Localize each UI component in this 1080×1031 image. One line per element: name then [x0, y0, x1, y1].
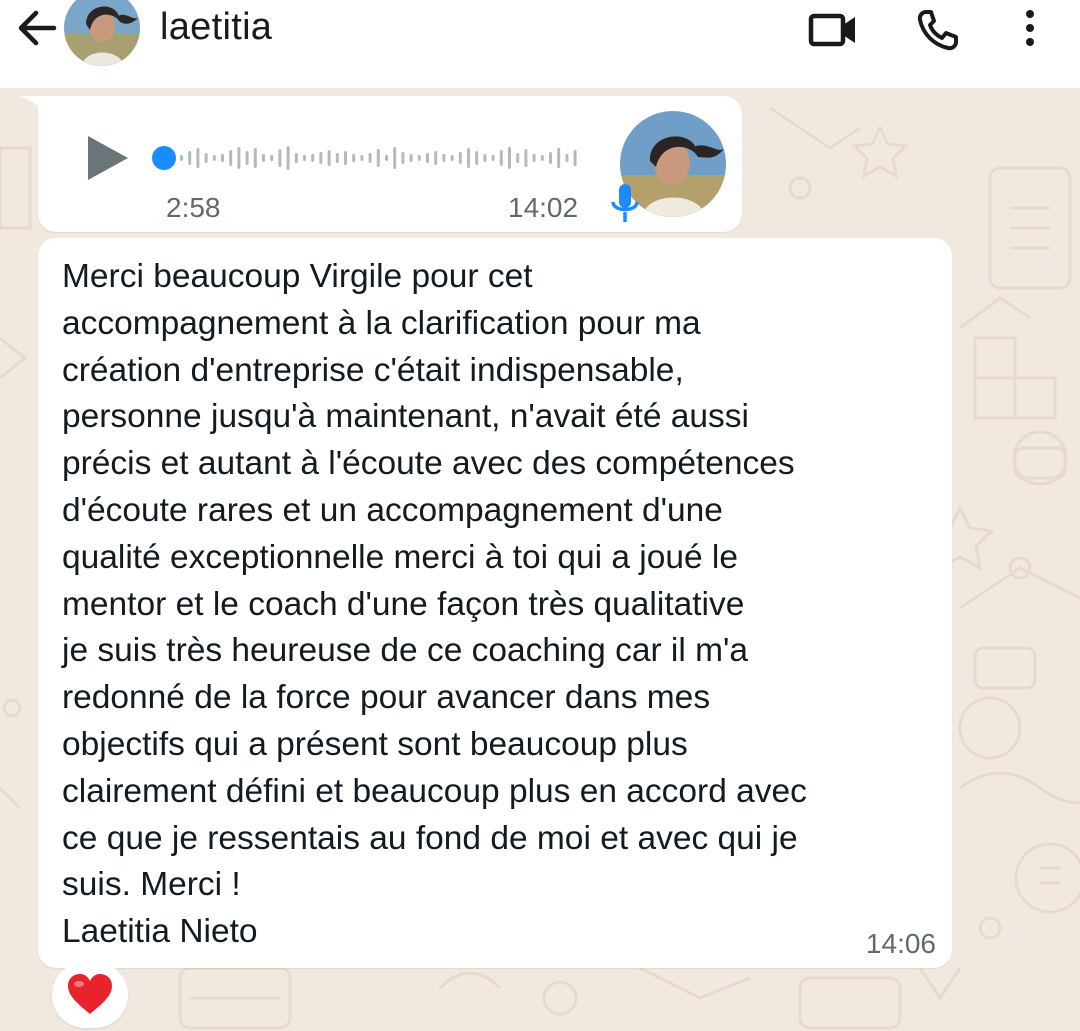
contact-name[interactable]: laetitia: [160, 6, 272, 49]
phone-icon: [917, 10, 958, 51]
waveform-bar: [253, 148, 257, 168]
waveform-bar: [262, 154, 265, 162]
more-vertical-icon: [1026, 10, 1034, 46]
waveform-bar: [327, 150, 331, 166]
waveform-bar: [532, 154, 536, 162]
waveform-bar: [376, 149, 380, 167]
voice-call-button[interactable]: [912, 8, 968, 52]
waveform-bar: [508, 147, 511, 169]
waveform-bar: [549, 152, 552, 164]
video-call-icon: [808, 13, 855, 47]
waveform-bar: [311, 154, 315, 162]
waveform-bar: [385, 155, 388, 161]
waveform-bar: [573, 150, 577, 166]
waveform-bar: [319, 152, 323, 164]
waveform-bar: [540, 155, 544, 161]
play-icon: [88, 136, 128, 180]
waveform-bar: [393, 147, 397, 169]
reaction-badge[interactable]: [52, 962, 128, 1028]
waveform-bar: [278, 149, 282, 167]
waveform-bar: [303, 155, 306, 161]
message-timestamp: 14:02: [508, 192, 579, 223]
voice-waveform[interactable]: [150, 138, 580, 178]
waveform-bar: [434, 151, 438, 165]
waveform-bar: [188, 151, 192, 165]
waveform-bar: [475, 151, 479, 165]
waveform-bar: [344, 151, 347, 165]
waveform-bar: [270, 155, 274, 161]
voice-duration: 2:58: [166, 192, 221, 223]
microphone-icon: [611, 184, 639, 222]
waveform-bar: [458, 152, 462, 164]
waveform-bar: [409, 154, 413, 162]
waveform-bar: [442, 154, 446, 162]
contact-avatar[interactable]: [64, 0, 140, 66]
back-arrow-icon: [18, 10, 57, 46]
waveform-bar: [483, 154, 487, 162]
waveform-bar: [401, 152, 405, 164]
waveform-bar: [417, 155, 421, 161]
waveform-bar: [450, 155, 454, 161]
avatar-photo: [64, 0, 140, 66]
text-message-bubble[interactable]: Merci beaucoup Virgile pour cet accompag…: [38, 238, 952, 968]
waveform-bar: [368, 153, 372, 163]
waveform-bar: [237, 147, 241, 169]
waveform-bar: [196, 148, 200, 168]
heart-icon: [68, 974, 112, 1014]
waveform-bar: [204, 153, 208, 163]
waveform-bar: [180, 155, 183, 161]
waveform-bar: [229, 150, 233, 166]
waveform-bar: [335, 153, 339, 163]
waveform-bar: [352, 154, 356, 162]
back-button[interactable]: [14, 8, 60, 48]
more-options-button[interactable]: [1012, 8, 1048, 52]
waveform-bar: [499, 150, 503, 166]
waveform-bar: [557, 148, 561, 168]
playback-knob[interactable]: [152, 146, 176, 170]
message-timestamp: 14:06: [865, 928, 936, 959]
video-call-button[interactable]: [806, 8, 862, 52]
waveform-bar: [467, 148, 470, 168]
waveform-bar: [286, 146, 290, 170]
chat-header: laetitia: [0, 0, 1080, 88]
voice-message-bubble[interactable]: 2:58 14:02: [38, 96, 742, 232]
waveform-bar: [294, 153, 298, 163]
waveform-bar: [565, 154, 569, 162]
play-button[interactable]: [84, 132, 132, 184]
message-body: Merci beaucoup Virgile pour cet accompag…: [62, 258, 807, 951]
waveform-bar: [516, 153, 520, 163]
waveform-bar: [491, 155, 495, 161]
waveform-bar: [212, 155, 216, 161]
waveform-bar: [360, 155, 364, 161]
waveform-bar: [245, 151, 249, 165]
waveform-bar: [426, 153, 429, 163]
chat-area[interactable]: 2:58 14:02 Merci beaucoup Virgile pour c…: [0, 88, 1080, 1031]
mic-badge: [610, 182, 640, 226]
waveform-bar: [221, 154, 224, 162]
waveform-bar: [524, 149, 528, 167]
